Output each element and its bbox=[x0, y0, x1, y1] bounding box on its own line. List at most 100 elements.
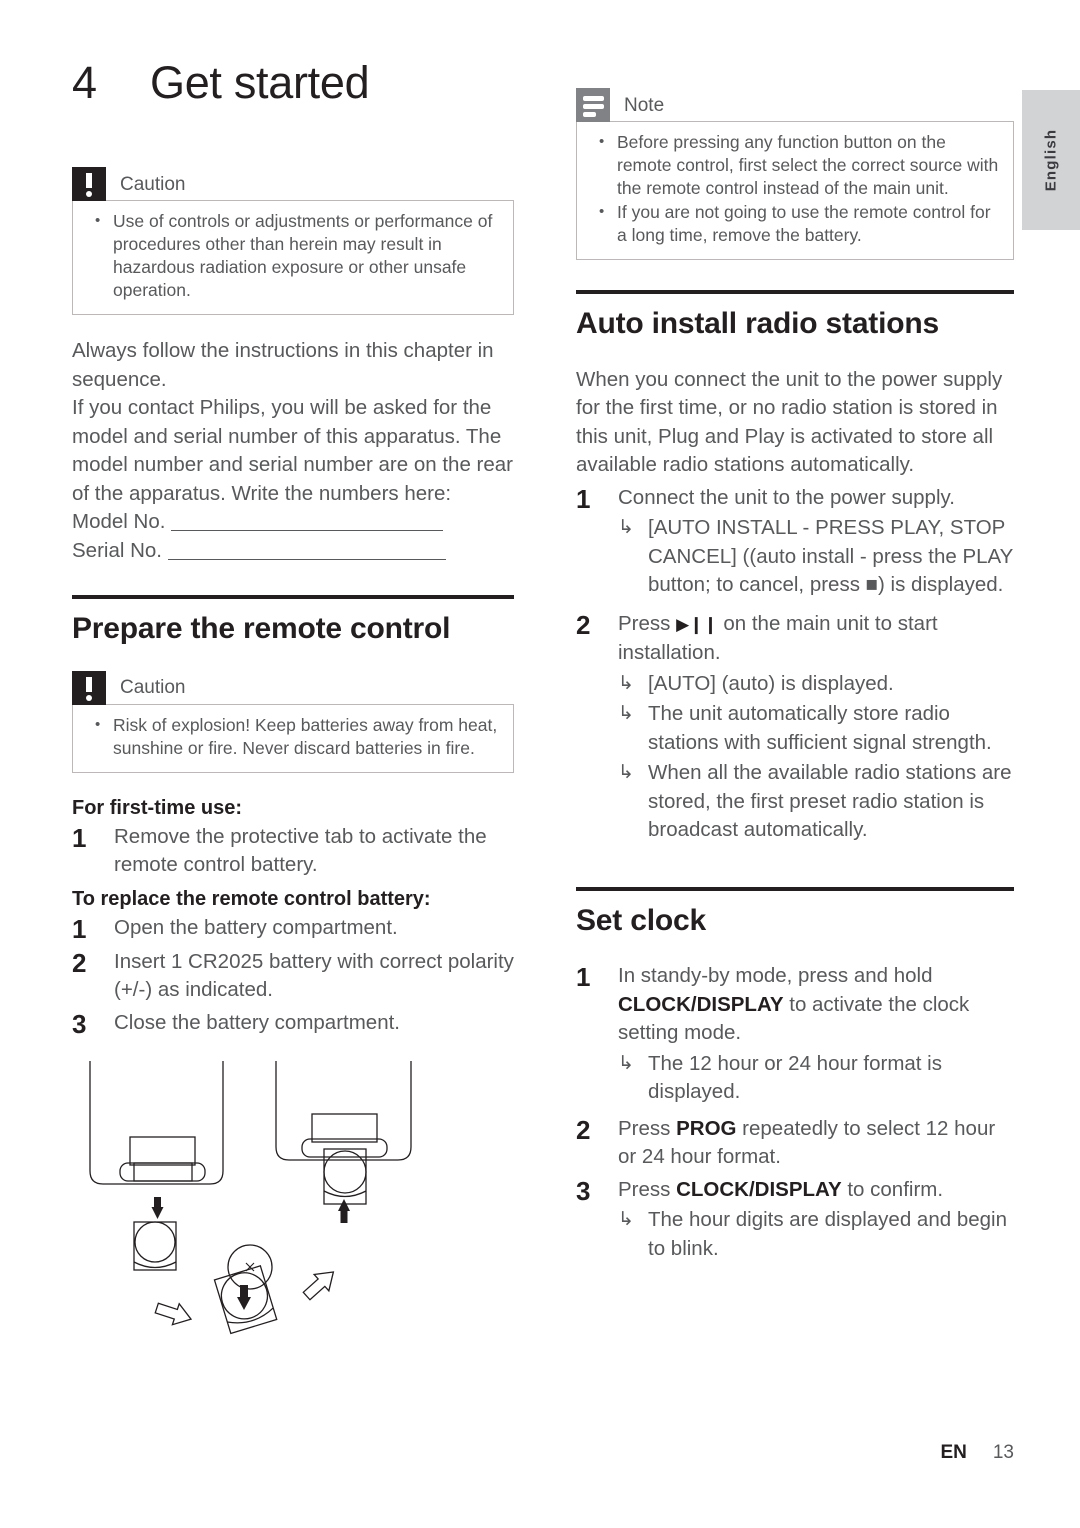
step-number: 1 bbox=[72, 913, 87, 944]
result-arrow-icon: ↳ bbox=[618, 703, 634, 724]
model-no-blank bbox=[171, 530, 444, 531]
serial-no-line: Serial No. bbox=[72, 537, 514, 566]
step-number: 2 bbox=[576, 1114, 591, 1145]
list-item: 2 Insert 1 CR2025 battery with correct p… bbox=[72, 948, 514, 1005]
list-item: Before pressing any function button on t… bbox=[591, 130, 999, 200]
button-name-clock-display: CLOCK/DISPLAY bbox=[618, 992, 784, 1016]
step-number: 2 bbox=[576, 609, 591, 640]
auto-install-paragraph: When you connect the unit to the power s… bbox=[576, 367, 1003, 477]
step-text-before: In standy-by mode, press and hold bbox=[618, 964, 933, 987]
step-number: 1 bbox=[576, 483, 591, 514]
page-footer: EN 13 bbox=[0, 1442, 1014, 1464]
language-tab: English bbox=[1022, 90, 1080, 230]
list-item: ↳ The 12 hour or 24 hour format is displ… bbox=[618, 1050, 1014, 1107]
step-results: ↳ [AUTO INSTALL - PRESS PLAY, STOP CANCE… bbox=[618, 514, 1014, 600]
serial-no-blank bbox=[167, 558, 446, 560]
step-number: 1 bbox=[576, 962, 591, 992]
button-name-prog: PROG bbox=[676, 1116, 737, 1140]
caution-label: Caution bbox=[120, 677, 186, 698]
remote-control-battery-diagram bbox=[72, 1059, 472, 1349]
section-rule bbox=[576, 290, 1014, 294]
list-item: ↳ The unit automatically store radio sta… bbox=[618, 700, 1014, 757]
step-text: Press CLOCK/DISPLAY to confirm. bbox=[618, 1176, 1014, 1205]
result-arrow-icon: ↳ bbox=[618, 762, 634, 783]
chapter-title: 4 Get started bbox=[72, 60, 514, 105]
language-tab-label: English bbox=[1042, 128, 1060, 192]
list-item: 1 Connect the unit to the power supply. … bbox=[576, 484, 1014, 600]
caution-body: Risk of explosion! Keep batteries away f… bbox=[72, 703, 514, 773]
step-text: Open the battery compartment. bbox=[114, 915, 398, 939]
subheading-first-time-use: For first-time use: bbox=[72, 796, 243, 819]
result-arrow-icon: ↳ bbox=[618, 1052, 634, 1074]
list-item: If you are not going to use the remote c… bbox=[591, 200, 999, 247]
step-text: Press PROG repeatedly to select 12 hour … bbox=[618, 1115, 1014, 1172]
note-label: Note bbox=[624, 94, 665, 116]
intro-paragraph-1: Always follow the instructions in this c… bbox=[72, 339, 494, 391]
chapter-title-text: Get started bbox=[150, 57, 370, 108]
note-lines-icon bbox=[576, 88, 610, 122]
section-auto-install-radio-stations: Auto install radio stations bbox=[576, 290, 1014, 340]
step-results: ↳ [AUTO] (auto) is displayed. ↳ The unit… bbox=[618, 670, 1014, 845]
chapter-number: 4 bbox=[72, 57, 97, 108]
note-header: Note bbox=[576, 88, 1014, 122]
left-column: 4 Get started Caution Use of controls or… bbox=[72, 60, 514, 1349]
right-column: Note Before pressing any function button… bbox=[576, 88, 1014, 1267]
step-text: Remove the protective tab to activate th… bbox=[114, 824, 487, 877]
section-set-clock: Set clock bbox=[576, 886, 1014, 937]
list-item: 1 Open the battery compartment. bbox=[72, 914, 514, 944]
step-text-before: Press bbox=[618, 1116, 677, 1140]
result-text: [AUTO] (auto) is displayed. bbox=[648, 671, 894, 695]
section-title: Prepare the remote control bbox=[72, 612, 451, 645]
list-item: 1 In standy-by mode, press and hold CLOC… bbox=[576, 962, 1014, 1107]
model-no-line: Model No. bbox=[72, 508, 514, 537]
button-name-clock-display: CLOCK/DISPLAY bbox=[676, 1177, 842, 1201]
caution-box-radiation: Caution Use of controls or adjustments o… bbox=[72, 167, 514, 315]
footer-language-code: EN bbox=[940, 1442, 967, 1463]
exclamation-icon bbox=[72, 670, 106, 705]
step-text-before: Press bbox=[618, 611, 677, 635]
result-text: The unit automatically store radio stati… bbox=[648, 702, 992, 754]
result-arrow-icon: ↳ bbox=[618, 517, 634, 538]
section-rule bbox=[576, 886, 1014, 891]
step-results: ↳ The 12 hour or 24 hour format is displ… bbox=[618, 1050, 1014, 1107]
result-text: [AUTO INSTALL - PRESS PLAY, STOP CANCEL]… bbox=[648, 516, 1013, 596]
list-item: ↳ When all the available radio stations … bbox=[618, 759, 1014, 845]
exclamation-icon bbox=[72, 167, 106, 201]
intro-paragraph-2: If you contact Philips, you will be aske… bbox=[72, 396, 513, 505]
step-text: In standy-by mode, press and hold CLOCK/… bbox=[618, 962, 1014, 1048]
step-text: Insert 1 CR2025 battery with correct pol… bbox=[114, 949, 514, 1002]
step-number: 1 bbox=[72, 822, 87, 853]
result-text: The hour digits are displayed and begin … bbox=[648, 1208, 1007, 1260]
list-item: ↳ The hour digits are displayed and begi… bbox=[618, 1206, 1014, 1263]
list-item: 3 Press CLOCK/DISPLAY to confirm. ↳ The … bbox=[576, 1176, 1014, 1264]
list-item: Risk of explosion! Keep batteries away f… bbox=[87, 713, 499, 760]
list-item: 2 Press ▶❙❙ on the main unit to start in… bbox=[576, 610, 1014, 845]
list-item: 3 Close the battery compartment. bbox=[72, 1009, 514, 1039]
note-body: Before pressing any function button on t… bbox=[576, 121, 1014, 260]
section-prepare-remote-control: Prepare the remote control bbox=[72, 595, 514, 645]
replace-battery-steps: 1 Open the battery compartment. 2 Insert… bbox=[72, 914, 514, 1039]
section-title: Set clock bbox=[576, 903, 706, 937]
step-text-before: Press bbox=[618, 1177, 677, 1201]
step-number: 3 bbox=[72, 1008, 87, 1039]
list-item: 1 Remove the protective tab to activate … bbox=[72, 823, 514, 880]
list-item: ↳ [AUTO INSTALL - PRESS PLAY, STOP CANCE… bbox=[618, 514, 1014, 600]
result-arrow-icon: ↳ bbox=[618, 672, 634, 694]
first-time-use-steps: 1 Remove the protective tab to activate … bbox=[72, 823, 514, 880]
page-number: 13 bbox=[992, 1442, 1014, 1463]
list-item: 2 Press PROG repeatedly to select 12 hou… bbox=[576, 1115, 1014, 1172]
step-number: 2 bbox=[72, 947, 87, 978]
auto-install-steps: 1 Connect the unit to the power supply. … bbox=[576, 484, 1014, 845]
caution-body: Use of controls or adjustments or perfor… bbox=[72, 200, 514, 315]
caution-header: Caution bbox=[72, 167, 514, 201]
caution-box-battery: Caution Risk of explosion! Keep batterie… bbox=[72, 670, 514, 773]
step-text: Press ▶❙❙ on the main unit to start inst… bbox=[618, 610, 1014, 668]
list-item: ↳ [AUTO] (auto) is displayed. bbox=[618, 670, 1014, 699]
section-title: Auto install radio stations bbox=[576, 307, 939, 340]
list-item: Use of controls or adjustments or perfor… bbox=[87, 209, 499, 302]
step-text: Close the battery compartment. bbox=[114, 1010, 400, 1034]
set-clock-steps: 1 In standy-by mode, press and hold CLOC… bbox=[576, 962, 1014, 1263]
result-arrow-icon: ↳ bbox=[618, 1209, 634, 1230]
manual-page: 4 Get started Caution Use of controls or… bbox=[0, 0, 1080, 1528]
result-text: The 12 hour or 24 hour format is display… bbox=[648, 1051, 942, 1104]
